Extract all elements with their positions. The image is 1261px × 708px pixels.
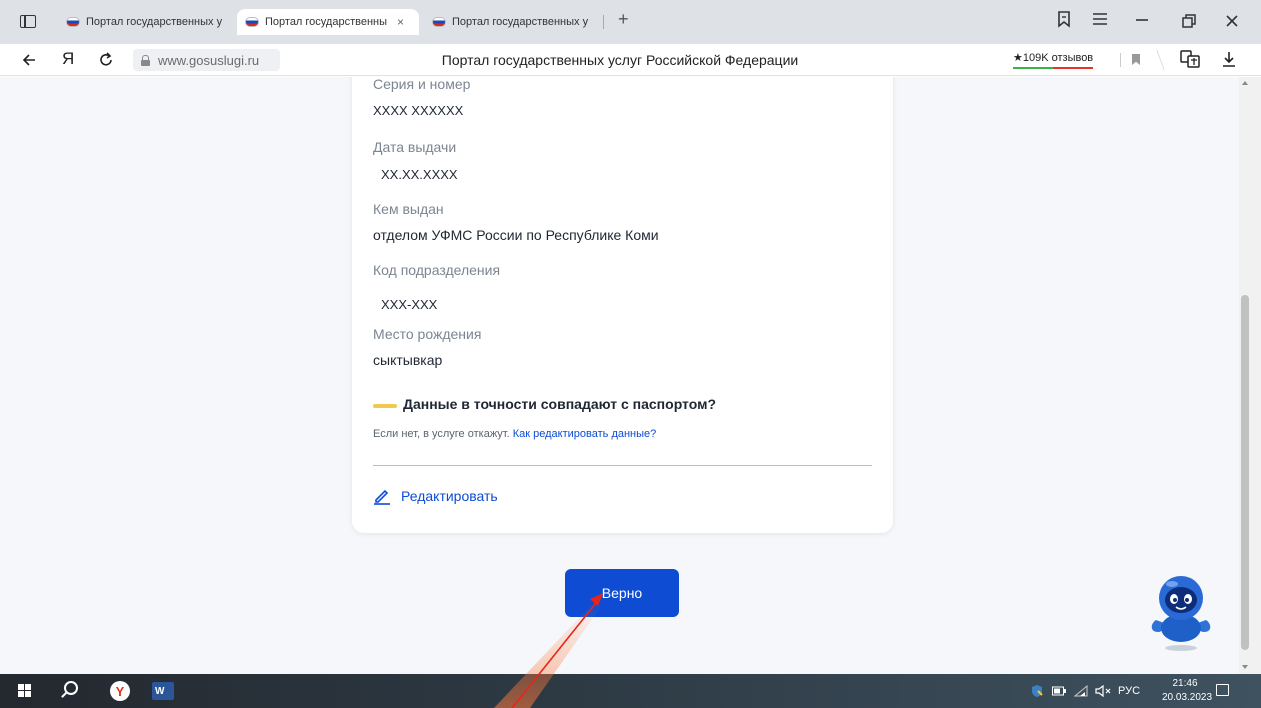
divider xyxy=(1120,53,1121,67)
edit-button[interactable]: Редактировать xyxy=(373,487,498,505)
russia-flag-icon xyxy=(66,17,80,27)
tab-separator xyxy=(603,15,604,29)
clock[interactable]: 21:46 20.03.2023 xyxy=(1162,677,1213,705)
field-label-department-code: Код подразделения xyxy=(373,262,501,278)
divider xyxy=(373,465,872,466)
lock-icon xyxy=(141,54,150,66)
scrollbar-thumb[interactable] xyxy=(1241,295,1249,650)
new-tab-button[interactable]: + xyxy=(618,9,629,30)
confirm-button[interactable]: Верно xyxy=(565,569,679,617)
warning-marker xyxy=(373,404,397,408)
windows-taskbar: Y W РУС 21:46 20.03.2023 xyxy=(0,674,1261,708)
page-title: Портал государственных услуг Российской … xyxy=(441,52,799,68)
robot-assistant-icon[interactable] xyxy=(1148,572,1214,652)
minimize-icon[interactable] xyxy=(1136,18,1148,22)
tab-title: Портал государственных у xyxy=(86,16,223,28)
field-label-series-number: Серия и номер xyxy=(373,77,471,92)
download-icon[interactable] xyxy=(1222,51,1236,67)
tab-3[interactable]: Портал государственных у xyxy=(432,11,600,33)
field-label-birth-place: Место рождения xyxy=(373,326,482,342)
field-value-birth-place: сыктывкар xyxy=(373,352,443,368)
edit-help-link[interactable]: Как редактировать данные? xyxy=(513,428,657,440)
browser-tab-strip: Портал государственных у Портал государс… xyxy=(0,0,1261,44)
scroll-up-icon[interactable] xyxy=(1242,81,1248,85)
reviews-badge[interactable]: ★109K отзывов xyxy=(1013,51,1094,69)
battery-icon[interactable] xyxy=(1052,686,1066,696)
restore-icon[interactable] xyxy=(1182,14,1196,28)
yandex-home-icon[interactable]: Я xyxy=(62,49,74,69)
windows-start-icon[interactable] xyxy=(18,684,31,697)
clock-date: 20.03.2023 xyxy=(1162,692,1213,703)
clock-time: 21:46 xyxy=(1172,678,1198,689)
russia-flag-icon xyxy=(432,17,446,27)
back-arrow-icon[interactable] xyxy=(22,53,36,67)
tab-2-active[interactable]: Портал государственны × xyxy=(237,9,419,35)
security-shield-icon[interactable] xyxy=(1030,684,1044,698)
notifications-icon[interactable] xyxy=(1216,684,1229,696)
bookmark-icon[interactable] xyxy=(1132,54,1140,65)
scroll-down-icon[interactable] xyxy=(1242,665,1248,669)
yandex-browser-icon[interactable]: Y xyxy=(110,681,130,701)
tab-title: Портал государственны xyxy=(265,16,388,28)
field-value-department-code: XXX-XXX xyxy=(381,297,438,312)
warning-question: Данные в точности совпадают с паспортом? xyxy=(403,396,717,412)
field-label-issue-date: Дата выдачи xyxy=(373,139,457,155)
collections-icon[interactable] xyxy=(1055,10,1073,28)
vertical-scrollbar[interactable] xyxy=(1239,77,1261,674)
wifi-icon[interactable] xyxy=(1074,685,1088,697)
field-label-issued-by: Кем выдан xyxy=(373,201,444,217)
sound-muted-icon[interactable] xyxy=(1095,685,1111,697)
tab-title: Портал государственных у xyxy=(452,16,589,28)
russia-flag-icon xyxy=(245,17,259,27)
sidebar-panel-icon[interactable] xyxy=(20,15,36,28)
passport-data-card: Серия и номер XXXX XXXXXX Дата выдачи XX… xyxy=(352,77,893,533)
close-window-icon[interactable] xyxy=(1226,15,1238,27)
field-value-issue-date: XX.XX.XXXX xyxy=(381,167,458,182)
search-icon[interactable] xyxy=(64,681,78,695)
url-text: www.gosuslugi.ru xyxy=(158,52,260,68)
reload-icon[interactable] xyxy=(99,52,113,67)
field-value-issued-by: отделом УФМС России по Республике Коми xyxy=(373,227,659,243)
url-field[interactable]: www.gosuslugi.ru xyxy=(133,49,280,71)
hint-text: Если нет, в услуге откажут. xyxy=(373,428,510,440)
address-bar: Я www.gosuslugi.ru Портал государственны… xyxy=(0,44,1261,76)
field-value-series-number: XXXX XXXXXX xyxy=(373,103,464,118)
language-indicator[interactable]: РУС xyxy=(1118,685,1140,697)
pencil-icon xyxy=(374,489,390,505)
screen: Портал государственных у Портал государс… xyxy=(0,0,1261,708)
divider xyxy=(1149,50,1165,70)
edit-label: Редактировать xyxy=(401,488,498,504)
warning-hint: Если нет, в услуге откажут. Как редактир… xyxy=(373,428,656,440)
tab-1[interactable]: Портал государственных у xyxy=(66,11,232,33)
tab-close-icon[interactable]: × xyxy=(397,15,404,29)
word-icon[interactable]: W xyxy=(152,682,174,700)
page-content: Серия и номер XXXX XXXXXX Дата выдачи XX… xyxy=(0,77,1239,674)
translate-icon[interactable] xyxy=(1180,50,1200,68)
menu-icon[interactable] xyxy=(1092,13,1108,25)
